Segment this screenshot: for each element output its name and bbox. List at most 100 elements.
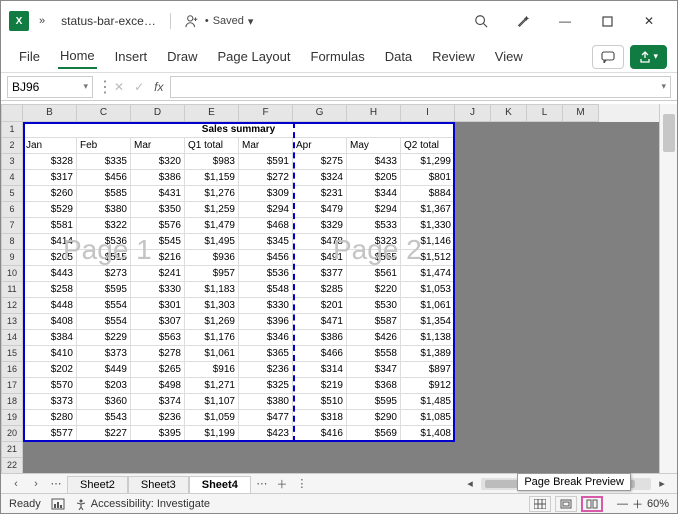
cell[interactable]: $491 [293,250,347,266]
cell[interactable] [455,426,491,442]
cell[interactable]: $477 [239,410,293,426]
ribbon-tab-review[interactable]: Review [430,45,477,68]
cell[interactable] [527,282,563,298]
cell[interactable]: $471 [293,314,347,330]
cell[interactable]: $205 [23,250,77,266]
wand-icon[interactable] [503,6,543,36]
cell[interactable] [527,362,563,378]
cell[interactable]: $576 [131,218,185,234]
cell[interactable]: $1,269 [185,314,239,330]
cell[interactable] [563,266,599,282]
cell[interactable]: $478 [293,234,347,250]
cell[interactable]: $285 [293,282,347,298]
cell[interactable]: $1,085 [401,410,455,426]
file-name[interactable]: status-bar-exce… [61,14,156,28]
cell[interactable]: $294 [347,202,401,218]
cell[interactable] [527,458,563,473]
cell[interactable] [455,234,491,250]
cell[interactable]: $384 [23,330,77,346]
cell[interactable]: $365 [239,346,293,362]
cell[interactable]: $301 [131,298,185,314]
cell[interactable] [455,154,491,170]
cell[interactable]: $360 [77,394,131,410]
cell[interactable] [347,442,401,458]
cell[interactable]: $563 [131,330,185,346]
cell[interactable]: $1,271 [185,378,239,394]
cell[interactable]: $533 [347,218,401,234]
enter-icon[interactable]: ✓ [131,80,147,94]
row-header[interactable]: 10 [1,266,23,282]
zoom-out-button[interactable]: — [617,498,628,510]
row-header[interactable]: 4 [1,170,23,186]
cell[interactable] [77,458,131,473]
cell[interactable]: $414 [23,234,77,250]
cell[interactable]: $1,474 [401,266,455,282]
cell[interactable]: $377 [293,266,347,282]
cell[interactable]: $231 [293,186,347,202]
cell[interactable] [527,314,563,330]
hscroll-left[interactable]: ◂ [461,477,479,490]
cell[interactable] [491,362,527,378]
cell[interactable]: $1,495 [185,234,239,250]
cell[interactable] [563,346,599,362]
tab-nav-prev[interactable]: ‹ [7,478,25,490]
cell[interactable] [491,314,527,330]
cell[interactable] [491,234,527,250]
cell[interactable] [491,218,527,234]
search-icon[interactable] [461,6,501,36]
cell[interactable]: $468 [239,218,293,234]
cell[interactable] [491,170,527,186]
fx-icon[interactable]: fx [151,80,166,94]
cell[interactable] [455,282,491,298]
cell[interactable]: $423 [239,426,293,442]
cell[interactable]: $236 [239,362,293,378]
cell[interactable]: $201 [293,298,347,314]
cell[interactable]: $912 [401,378,455,394]
cell[interactable]: $1,053 [401,282,455,298]
cancel-icon[interactable]: ✕ [111,80,127,94]
cell[interactable] [491,186,527,202]
sheet-tab-sheet4[interactable]: Sheet4 [189,476,251,495]
formula-bar[interactable]: ▾ [170,76,671,98]
cell[interactable]: $558 [347,346,401,362]
cell[interactable]: $1,479 [185,218,239,234]
column-header[interactable]: G [293,104,347,122]
cell[interactable] [563,234,599,250]
cell[interactable]: $916 [185,362,239,378]
cell[interactable]: $380 [77,202,131,218]
cell[interactable] [455,314,491,330]
cell[interactable] [527,426,563,442]
cell[interactable] [527,234,563,250]
cell[interactable] [527,378,563,394]
sheet-tab-sheet2[interactable]: Sheet2 [67,476,128,493]
cell[interactable] [563,410,599,426]
cell[interactable]: $536 [239,266,293,282]
cell[interactable] [527,298,563,314]
cell[interactable]: $884 [401,186,455,202]
cell[interactable]: $1,276 [185,186,239,202]
cell[interactable] [563,250,599,266]
tab-more[interactable]: ⋯ [253,477,271,490]
view-page-layout-button[interactable] [555,496,577,512]
cell[interactable]: $536 [77,234,131,250]
cell[interactable]: Sales summary [23,122,455,138]
cell[interactable] [491,266,527,282]
cell[interactable] [455,410,491,426]
row-header[interactable]: 7 [1,218,23,234]
cell[interactable]: $1,138 [401,330,455,346]
row-header[interactable]: 17 [1,378,23,394]
cell[interactable]: $1,367 [401,202,455,218]
cell[interactable] [455,442,491,458]
row-header[interactable]: 21 [1,442,23,458]
share-user-icon[interactable] [185,14,199,28]
quickaccess-more[interactable]: » [35,15,49,27]
cell[interactable]: $373 [77,346,131,362]
cell[interactable]: $203 [77,378,131,394]
row-header[interactable]: 6 [1,202,23,218]
cell[interactable] [491,330,527,346]
cell[interactable] [563,170,599,186]
cell[interactable]: $1,389 [401,346,455,362]
cell[interactable]: $260 [23,186,77,202]
cell[interactable]: $570 [23,378,77,394]
row-header[interactable]: 1 [1,122,23,138]
